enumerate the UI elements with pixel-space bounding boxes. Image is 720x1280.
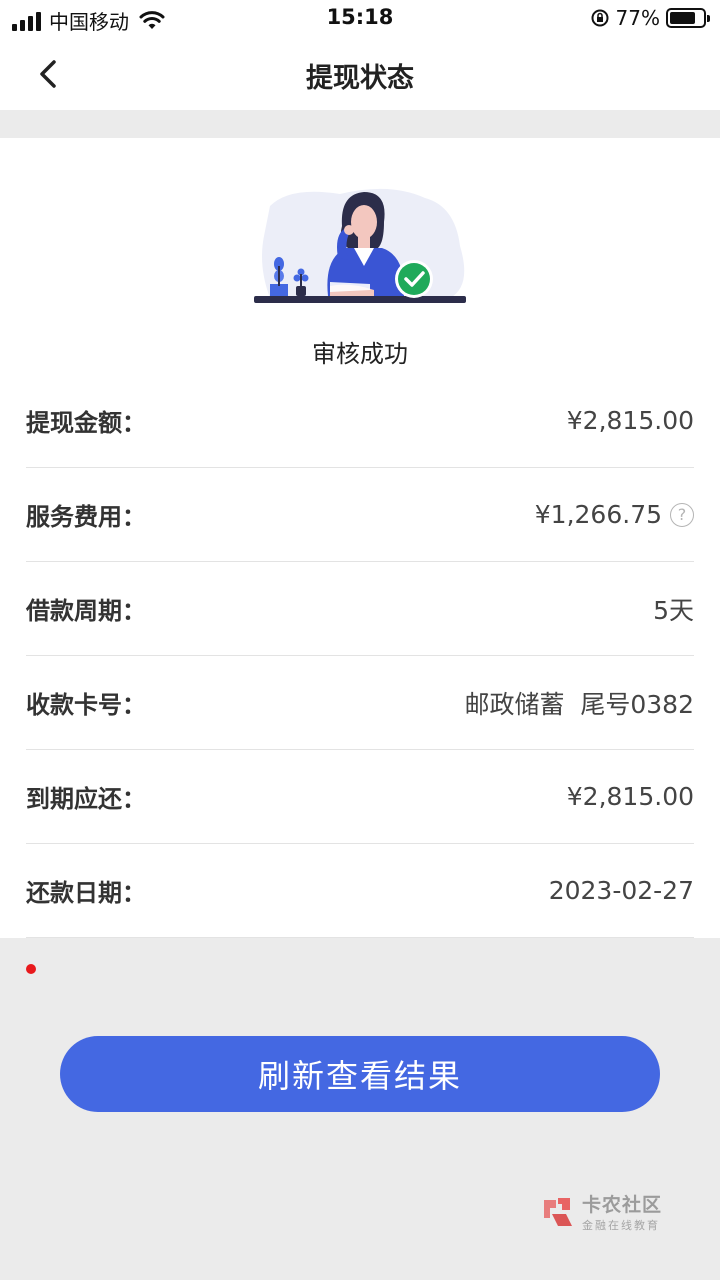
kanong-logo-icon bbox=[544, 1197, 572, 1226]
detail-label: 服务费用： bbox=[26, 503, 146, 531]
page-title: 提现状态 bbox=[306, 63, 414, 94]
status-bar: 中国移动 15:18 77% bbox=[0, 0, 720, 36]
detail-value: 5天 bbox=[653, 595, 694, 625]
watermark-name: 卡农社区 bbox=[582, 1194, 663, 1216]
nav-bar: 提现状态 bbox=[0, 36, 720, 110]
detail-label: 借款周期： bbox=[26, 597, 146, 625]
detail-value: ¥1,266.75 bbox=[534, 500, 662, 529]
detail-list: 提现金额： ¥2,815.00 服务费用： ¥1,266.75 ? 借款周期： … bbox=[26, 374, 694, 938]
detail-row-loan-period: 借款周期： 5天 bbox=[26, 562, 694, 656]
detail-label: 到期应还： bbox=[26, 785, 146, 813]
success-illustration bbox=[254, 188, 466, 303]
detail-row-due-amount: 到期应还： ¥2,815.00 bbox=[26, 750, 694, 844]
watermark: 卡农社区 金融在线教育 bbox=[540, 1190, 662, 1233]
detail-value: 邮政储蓄 尾号0382 bbox=[464, 689, 694, 719]
detail-value: 2023-02-27 bbox=[548, 876, 694, 905]
detail-label: 还款日期： bbox=[26, 879, 146, 907]
refresh-result-button[interactable]: 刷新查看结果 bbox=[60, 1036, 660, 1112]
status-bar-right: 77% bbox=[590, 6, 710, 30]
detail-row-repay-date: 还款日期： 2023-02-27 bbox=[26, 844, 694, 938]
detail-value-wrap: ¥1,266.75 ? bbox=[535, 500, 694, 529]
watermark-tagline: 金融在线教育 bbox=[582, 1219, 660, 1232]
orientation-lock-icon bbox=[591, 9, 609, 27]
detail-value: ¥2,815.00 bbox=[566, 782, 694, 811]
detail-label: 提现金额： bbox=[26, 409, 146, 437]
battery-fill bbox=[670, 12, 695, 24]
battery-icon bbox=[666, 8, 710, 28]
battery-percent: 77% bbox=[615, 6, 660, 30]
status-text: 审核成功 bbox=[312, 340, 408, 368]
detail-row-card-number: 收款卡号： 邮政储蓄 尾号0382 bbox=[26, 656, 694, 750]
check-circle-icon bbox=[398, 263, 430, 295]
detail-label: 收款卡号： bbox=[26, 691, 146, 719]
detail-value: ¥2,815.00 bbox=[566, 406, 694, 435]
withdrawal-status-card: 审核成功 提现金额： ¥2,815.00 服务费用： ¥1,266.75 ? 借… bbox=[0, 138, 720, 938]
question-circle-icon[interactable]: ? bbox=[670, 502, 694, 527]
detail-row-service-fee: 服务费用： ¥1,266.75 ? bbox=[26, 468, 694, 562]
detail-row-amount: 提现金额： ¥2,815.00 bbox=[26, 374, 694, 468]
notification-dot bbox=[26, 964, 36, 974]
watermark-text: 卡农社区 金融在线教育 bbox=[582, 1190, 662, 1233]
